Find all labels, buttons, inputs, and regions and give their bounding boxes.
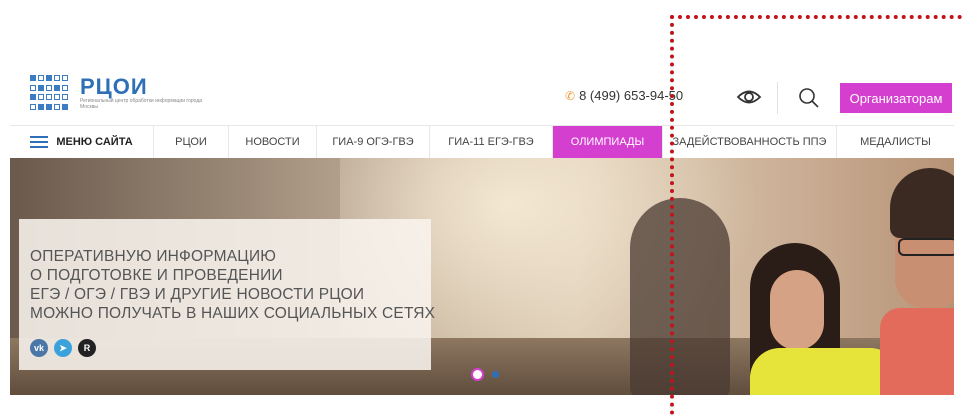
social-links: vk ➤ R <box>30 339 96 357</box>
hero-text-line: ОПЕРАТИВНУЮ ИНФОРМАЦИЮ <box>30 248 277 265</box>
logo-title: РЦОИ <box>80 74 148 99</box>
slider-dot-active[interactable] <box>471 368 484 381</box>
phone-link[interactable]: ✆ 8 (499) 653-94-50 <box>565 88 683 103</box>
hero-text-line: МОЖНО ПОЛУЧАТЬ В НАШИХ СОЦИАЛЬНЫХ СЕТЯХ <box>30 305 436 322</box>
phone-icon: ✆ <box>565 88 576 103</box>
highlight-frame <box>670 15 964 415</box>
nav-item-gia11[interactable]: ГИА-11 ЕГЭ-ГВЭ <box>430 126 553 158</box>
logo-icon <box>30 75 70 111</box>
hero-text-line: О ПОДГОТОВКЕ И ПРОВЕДЕНИИ <box>30 267 283 284</box>
vk-icon[interactable]: vk <box>30 339 48 357</box>
site-logo[interactable]: РЦОИ Региональный центр обработки информ… <box>30 75 220 111</box>
site-menu-button[interactable]: МЕНЮ САЙТА <box>10 126 154 158</box>
hero-info-card: ОПЕРАТИВНУЮ ИНФОРМАЦИЮ О ПОДГОТОВКЕ И ПР… <box>19 219 436 370</box>
menu-icon <box>30 136 49 148</box>
nav-item-news[interactable]: НОВОСТИ <box>229 126 317 158</box>
nav-item-olympiads[interactable]: ОЛИМПИАДЫ <box>553 126 663 158</box>
telegram-icon[interactable]: ➤ <box>54 339 72 357</box>
logo-subtitle: Региональный центр обработки информации … <box>80 98 203 110</box>
site-menu-label: МЕНЮ САЙТА <box>56 136 133 148</box>
nav-item-rcoi[interactable]: РЦОИ <box>154 126 229 158</box>
nav-item-gia9[interactable]: ГИА-9 ОГЭ-ГВЭ <box>317 126 430 158</box>
rutube-icon[interactable]: R <box>78 339 96 357</box>
phone-number: 8 (499) 653-94-50 <box>579 88 684 103</box>
slider-dot[interactable] <box>492 371 499 378</box>
hero-text-line: ЕГЭ / ОГЭ / ГВЭ И ДРУГИЕ НОВОСТИ РЦОИ <box>30 286 365 303</box>
